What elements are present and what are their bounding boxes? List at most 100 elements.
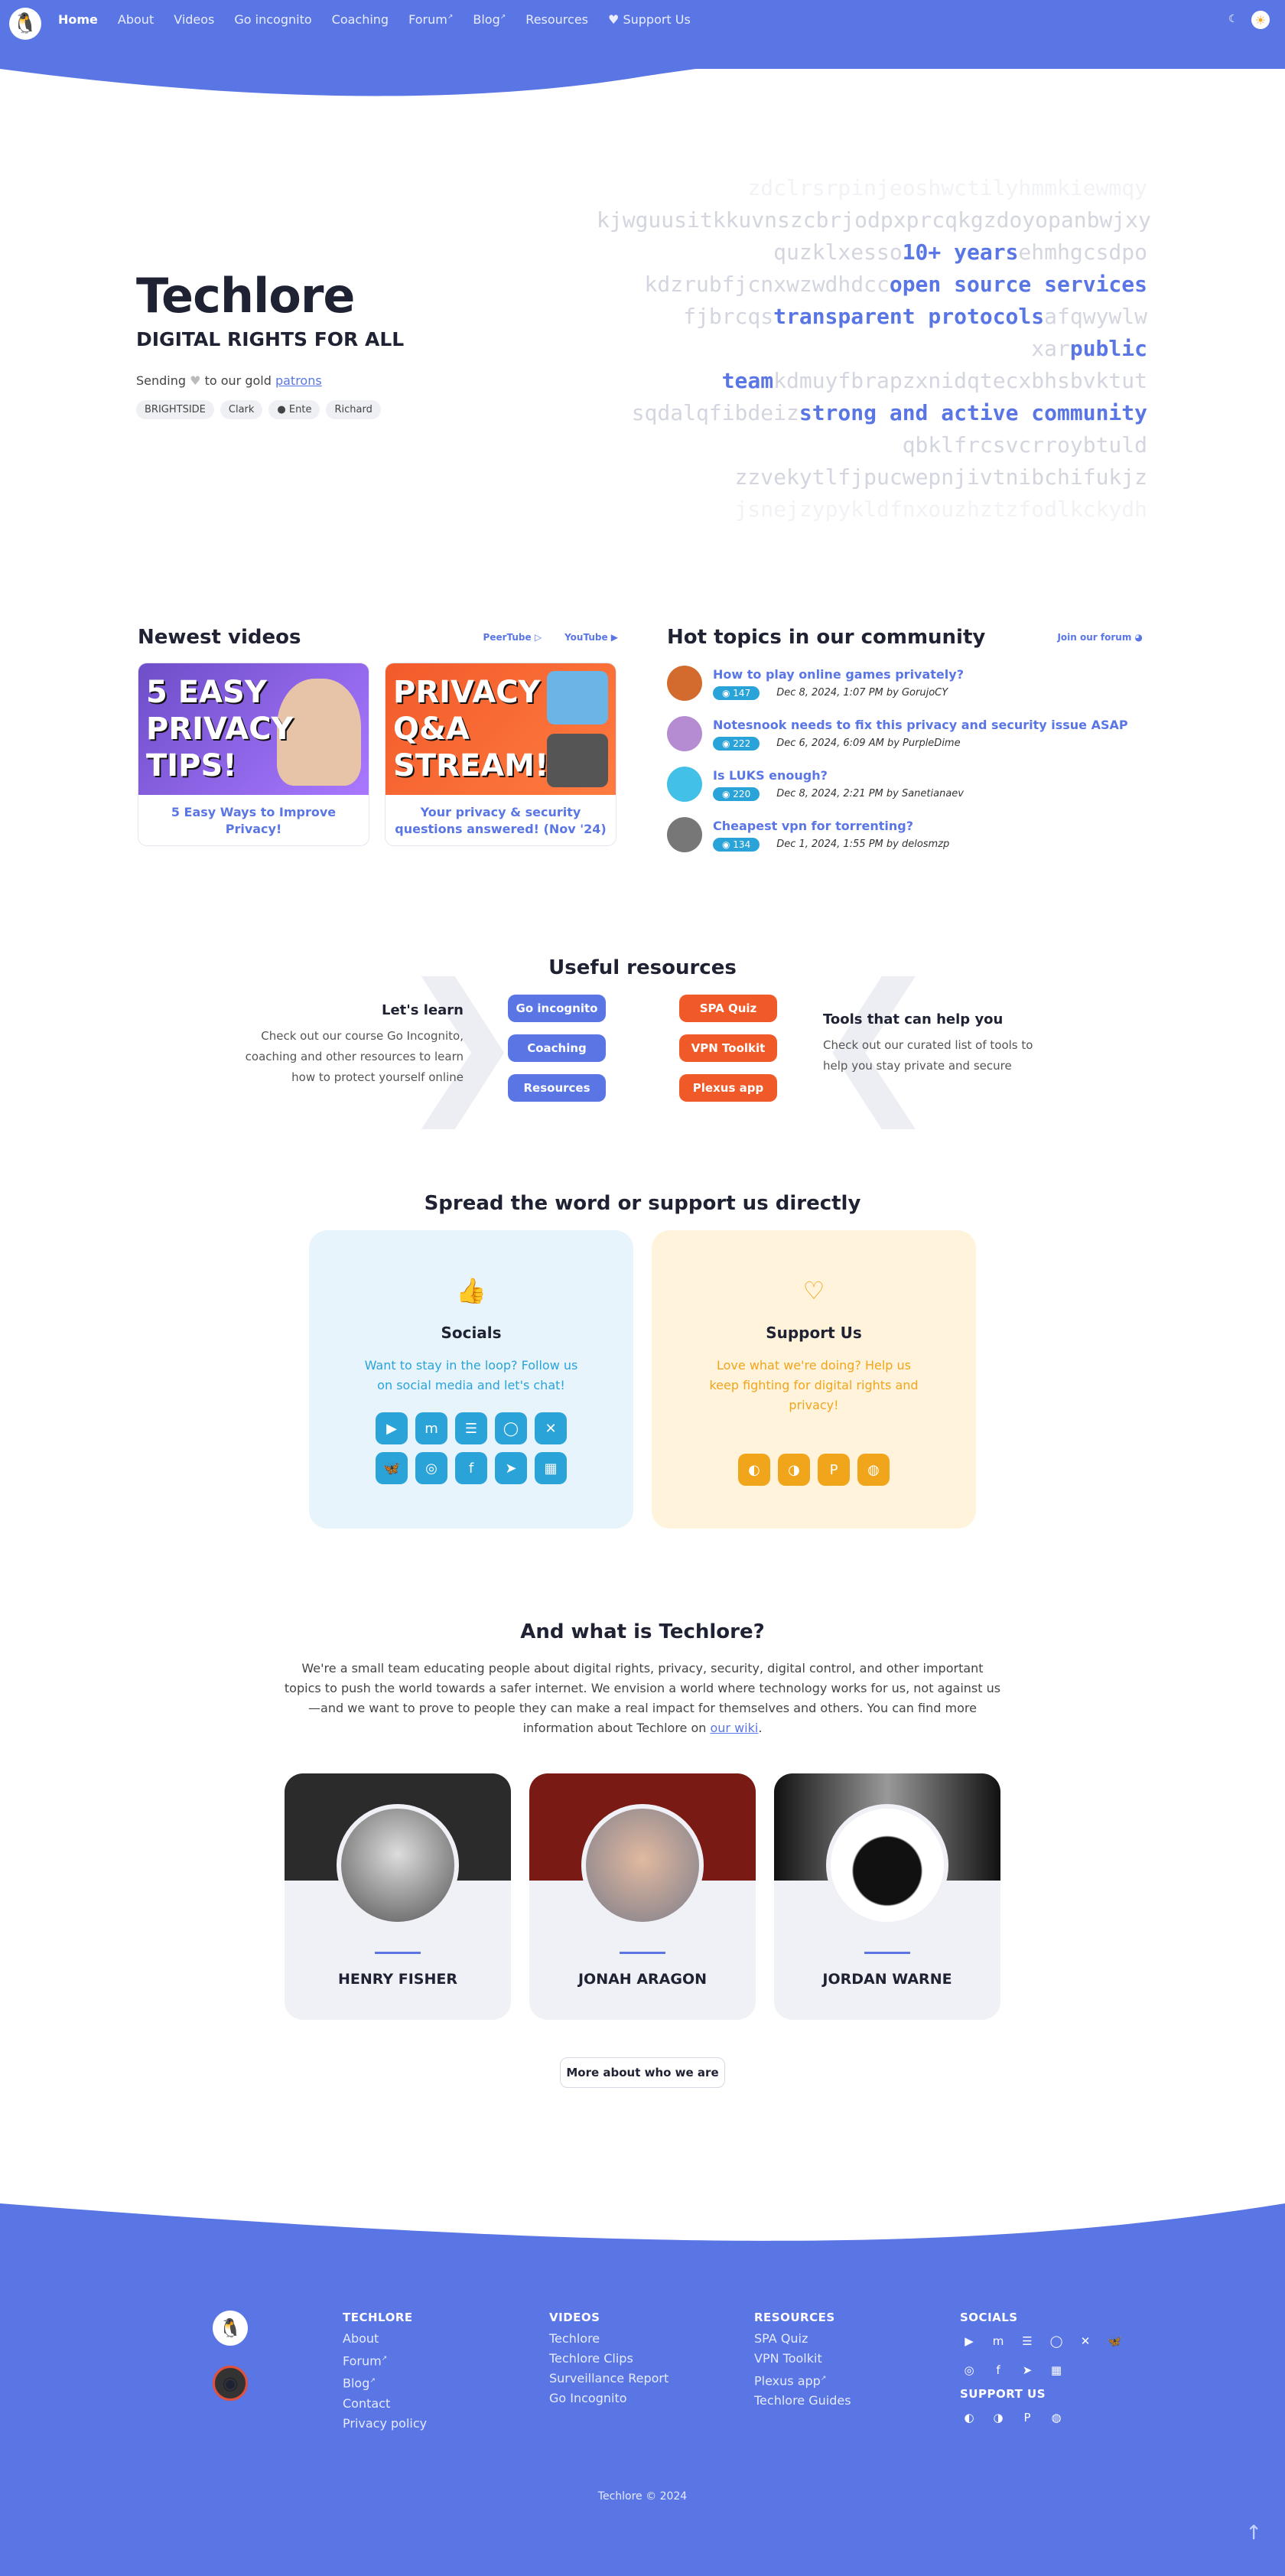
code-line: quzklxesso10+ yearsehmhgcsdpo <box>597 236 1147 269</box>
bluesky-icon[interactable]: 🦋 <box>376 1452 408 1484</box>
footer-link[interactable]: VPN Toolkit <box>754 2349 851 2369</box>
spa-quiz-button[interactable]: SPA Quiz <box>679 995 777 1022</box>
matrix-icon[interactable]: ▦ <box>535 1452 567 1484</box>
nav-go-incognito[interactable]: Go incognito <box>234 12 311 27</box>
video-caption[interactable]: 5 Easy Ways to Improve Privacy! <box>138 795 369 845</box>
topic-row[interactable]: Notesnook needs to fix this privacy and … <box>667 716 1143 751</box>
site-header: 🐧 Home About Videos Go incognito Coachin… <box>0 0 1285 115</box>
moon-icon[interactable]: ☾ <box>1228 13 1242 27</box>
coaching-button[interactable]: Coaching <box>508 1034 606 1062</box>
topic-title[interactable]: How to play online games privately? <box>713 667 964 682</box>
more-about-button[interactable]: More about who we are <box>560 2057 725 2088</box>
back-to-top-icon[interactable]: ↑ <box>1245 2522 1262 2545</box>
team-card[interactable]: JORDAN WARNE <box>774 1773 1000 2020</box>
nav-coaching[interactable]: Coaching <box>332 12 389 27</box>
wiki-link[interactable]: our wiki <box>711 1721 759 1735</box>
crypto-icon[interactable]: ◍ <box>1047 2408 1065 2427</box>
footer-link[interactable]: Techlore Guides <box>754 2391 851 2411</box>
topic-title[interactable]: Is LUKS enough? <box>713 768 964 783</box>
video-card[interactable]: PRIVACY Q&A STREAM! Your privacy & secur… <box>385 663 616 846</box>
nav-support-us[interactable]: ♥ Support Us <box>608 12 691 27</box>
patrons-line: Sending ♥ to our gold patrons <box>136 373 519 388</box>
youtube-icon[interactable]: ▶ <box>960 2332 978 2350</box>
rss-icon[interactable]: ☰ <box>455 1412 487 1444</box>
go-incognito-button[interactable]: Go incognito <box>508 995 606 1022</box>
footer-link[interactable]: Contact <box>343 2394 427 2414</box>
patron-chip: ● Ente <box>268 400 320 419</box>
instagram-icon[interactable]: ◎ <box>960 2361 978 2379</box>
crypto-icon[interactable]: ◍ <box>857 1454 890 1486</box>
footer-link[interactable]: Techlore Clips <box>549 2349 669 2369</box>
nav-blog[interactable]: Blog↗ <box>473 12 506 27</box>
youtube-link[interactable]: YouTube ▶ <box>564 632 618 643</box>
resources-button[interactable]: Resources <box>508 1074 606 1102</box>
footer-link[interactable]: Surveillance Report <box>549 2369 669 2389</box>
go-incognito-logo[interactable]: ◉ <box>213 2366 248 2401</box>
patrons-link[interactable]: patrons <box>275 373 322 388</box>
patreon-icon[interactable]: ◐ <box>738 1454 770 1486</box>
footer-link[interactable]: Go Incognito <box>549 2389 669 2408</box>
facebook-icon[interactable]: f <box>455 1452 487 1484</box>
footer-link[interactable]: About <box>343 2329 427 2349</box>
signal-icon[interactable]: ◯ <box>495 1412 527 1444</box>
nav-videos[interactable]: Videos <box>174 12 214 27</box>
patron-chip: BRIGHTSIDE <box>136 400 214 419</box>
vpn-toolkit-button[interactable]: VPN Toolkit <box>679 1034 777 1062</box>
ko-fi-icon[interactable]: ◑ <box>989 2408 1007 2427</box>
youtube-icon[interactable]: ▶ <box>376 1412 408 1444</box>
nav-about[interactable]: About <box>118 12 154 27</box>
plexus-app-button[interactable]: Plexus app <box>679 1074 777 1102</box>
ko-fi-icon[interactable]: ◑ <box>778 1454 810 1486</box>
code-line: kdzrubfjcnxwzwdhdccopen source services <box>597 269 1147 301</box>
footer-link[interactable]: SPA Quiz <box>754 2329 851 2349</box>
topic-row[interactable]: Is LUKS enough? ◉ 220 Dec 8, 2024, 2:21 PM… <box>667 767 1143 802</box>
topic-row[interactable]: How to play online games privately? ◉ 147… <box>667 666 1143 701</box>
footer-support-icons: ◐ ◑ P ◍ <box>960 2408 1136 2427</box>
footer-link[interactable]: Techlore <box>549 2329 669 2349</box>
instagram-icon[interactable]: ◎ <box>415 1452 447 1484</box>
avatar <box>826 1804 948 1926</box>
video-caption[interactable]: Your privacy & security questions answer… <box>386 795 616 845</box>
techlore-logo[interactable]: 🐧 <box>9 8 41 40</box>
forum-icon: ◕ <box>1134 632 1143 643</box>
footer-techlore-col: TECHLORE About Forum↗ Blog↗ Contact Priv… <box>343 2311 427 2434</box>
hot-topics: Hot topics in our community Join our for… <box>667 626 1143 852</box>
paypal-icon[interactable]: P <box>1018 2408 1036 2427</box>
nav-home[interactable]: Home <box>58 12 98 27</box>
matrix-icon[interactable]: ▦ <box>1047 2361 1065 2379</box>
join-forum-link[interactable]: Join our forum ◕ <box>1057 632 1143 643</box>
rss-icon[interactable]: ☰ <box>1018 2332 1036 2350</box>
nav-resources[interactable]: Resources <box>525 12 588 27</box>
mastodon-icon[interactable]: m <box>989 2332 1007 2350</box>
mastodon-icon[interactable]: m <box>415 1412 447 1444</box>
techlore-logo[interactable]: 🐧 <box>213 2311 248 2346</box>
code-text: kjwguusitkkuvnszcbrjodpxprcqkgzdoyopanbw… <box>597 207 1151 233</box>
tools-text: Check out our curated list of tools to h… <box>823 1038 1033 1073</box>
topic-row[interactable]: Cheapest vpn for torrenting? ◉ 134 Dec 1, … <box>667 817 1143 852</box>
telegram-icon[interactable]: ➤ <box>495 1452 527 1484</box>
nav-forum[interactable]: Forum↗ <box>408 12 453 27</box>
header-wave <box>0 46 1285 96</box>
sun-icon[interactable]: ☀ <box>1251 11 1270 29</box>
footer-link-plexus[interactable]: Plexus app↗ <box>754 2369 851 2391</box>
video-thumbnail[interactable]: PRIVACY Q&A STREAM! <box>386 663 616 795</box>
footer-link-forum[interactable]: Forum↗ <box>343 2349 427 2371</box>
footer-link[interactable]: Privacy policy <box>343 2414 427 2434</box>
facebook-icon[interactable]: f <box>989 2361 1007 2379</box>
signal-icon[interactable]: ◯ <box>1047 2332 1065 2350</box>
x-icon[interactable]: ✕ <box>1076 2332 1095 2350</box>
peertube-link[interactable]: PeerTube ▷ <box>483 632 542 643</box>
sending-pre: Sending <box>136 373 187 388</box>
team-card[interactable]: JONAH ARAGON <box>529 1773 756 2020</box>
footer-link-blog[interactable]: Blog↗ <box>343 2371 427 2393</box>
topic-title[interactable]: Notesnook needs to fix this privacy and … <box>713 718 1128 732</box>
team-card[interactable]: HENRY FISHER <box>285 1773 511 2020</box>
video-card[interactable]: 5 EASY PRIVACY TIPS! 5 Easy Ways to Impr… <box>138 663 369 846</box>
video-thumbnail[interactable]: 5 EASY PRIVACY TIPS! <box>138 663 369 795</box>
paypal-icon[interactable]: P <box>818 1454 850 1486</box>
telegram-icon[interactable]: ➤ <box>1018 2361 1036 2379</box>
patreon-icon[interactable]: ◐ <box>960 2408 978 2427</box>
topic-title[interactable]: Cheapest vpn for torrenting? <box>713 819 949 833</box>
bluesky-icon[interactable]: 🦋 <box>1105 2332 1124 2350</box>
x-icon[interactable]: ✕ <box>535 1412 567 1444</box>
